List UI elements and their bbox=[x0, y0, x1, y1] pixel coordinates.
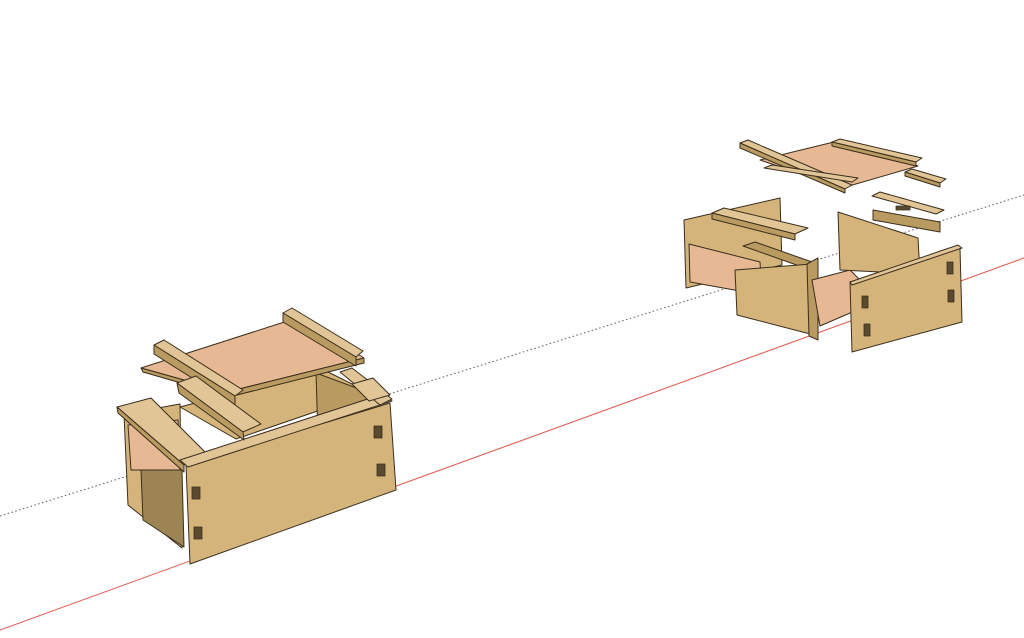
model-canvas[interactable] bbox=[0, 0, 1024, 638]
exploded-front-panel[interactable] bbox=[734, 257, 819, 341]
exploded-box[interactable] bbox=[683, 138, 963, 353]
assembled-box[interactable] bbox=[116, 307, 397, 565]
inner-floor bbox=[140, 469, 185, 548]
sketchup-viewport[interactable] bbox=[0, 0, 1024, 638]
exploded-lid[interactable] bbox=[739, 138, 947, 194]
